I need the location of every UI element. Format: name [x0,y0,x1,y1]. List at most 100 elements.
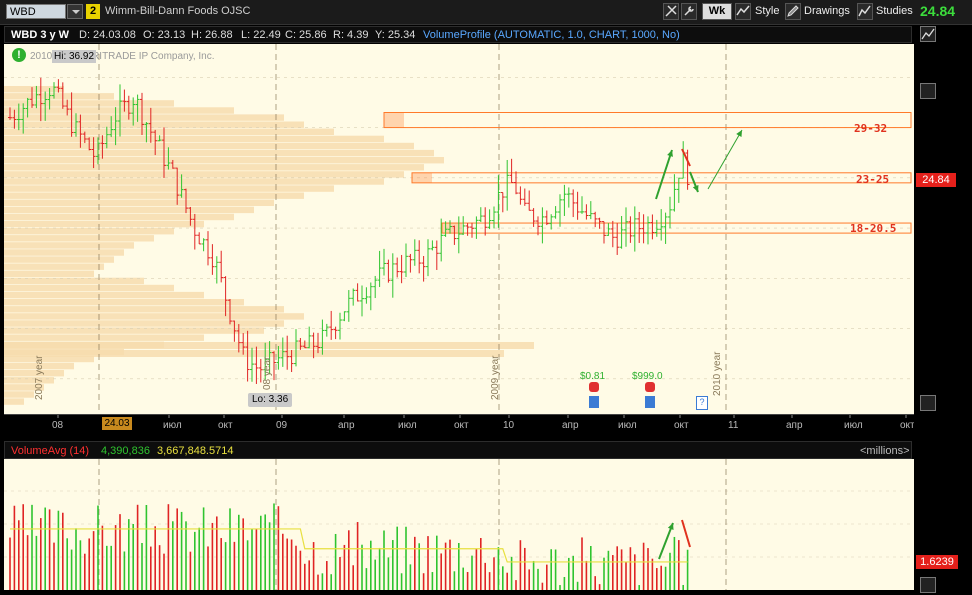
profile-bar [4,299,244,306]
high-label: Hi: 36.92 [52,50,97,63]
profile-bar [4,391,34,398]
profile-bar [4,313,304,320]
time-axis: 08 июл окт 09 апр июл окт 10 апр июл окт 11 апр июл ок… [4,414,914,431]
year-label-2010: 2010 year [712,351,723,396]
pan-tool-icon[interactable] [663,3,679,20]
profile-bar [4,199,274,206]
wrench-icon[interactable] [681,3,697,20]
price-chart[interactable]: 3530252015105 ! 2010 TD AMERITRADE IP Co… [4,44,914,414]
profile-bar [4,350,504,357]
earnings-phone-icon[interactable] [589,382,599,392]
symbol-input[interactable]: WBD [6,4,66,19]
profile-bar [4,291,204,299]
bar-low: L: 22.49 [241,29,281,41]
profile-bar [4,135,384,143]
bar-high: H: 26.88 [191,29,233,41]
report-doc-icon[interactable] [589,396,599,408]
profile-bar [4,398,24,405]
profile-bar [4,377,54,384]
scroll-up-icon[interactable] [920,83,936,99]
x-tick-label: окт [454,420,469,431]
profile-bar [4,342,534,349]
style-menu[interactable]: Style [755,4,779,19]
profile-bar [4,270,94,277]
x-tick-label: апр [562,420,579,431]
current-price-tag: 24.84 [916,173,956,187]
profile-bar [4,320,284,327]
x-tick-label: 09 [276,420,288,431]
year-label-2009: 2009 year [490,355,501,400]
style-icon[interactable] [735,3,751,20]
company-name: Wimm-Bill-Dann Foods OJSC [105,5,251,17]
cursor-date-label: 24.03 [102,417,132,430]
volume-chart[interactable]: 6420 [4,459,914,590]
profile-bar [4,128,334,135]
profile-bar [4,249,124,256]
profile-bar [4,157,444,164]
profile-bar [4,93,114,100]
x-tick-label: апр [786,420,803,431]
link-group-badge[interactable]: 2 [86,4,100,19]
zone-fill [412,172,432,183]
symbol-dropdown-icon[interactable] [67,4,83,19]
volume-study-label[interactable]: VolumeAvg (14) [11,444,89,458]
profile-bar [4,192,304,199]
profile-bar [4,256,114,263]
chart-settings-icon[interactable] [920,26,936,42]
profile-bar [4,284,174,292]
profile-bar [4,121,304,128]
bar-range: R: 4.39 [333,29,369,41]
volume-value-tag: 1.6239 [916,555,958,569]
studies-icon[interactable] [857,3,873,20]
bar-date: D: 24.03.08 [79,29,136,41]
profile-bar [4,149,434,157]
x-tick-label: июл [398,420,417,431]
x-tick-label: 08 [52,420,64,431]
profile-bar [4,114,284,121]
bar-open: O: 23.13 [143,29,186,41]
profile-bar [4,277,144,285]
chart-symbol-label: WBD 3 y W [11,29,70,41]
profile-bar [4,228,174,235]
x-tick-label: июл [163,420,182,431]
profile-bar [4,220,204,228]
zone-label-18-20: 18-20.5 [850,222,897,235]
profile-bar [4,142,414,150]
profile-bar [4,206,254,214]
x-tick-label: окт [674,420,689,431]
volume-units: <millions> [860,445,910,457]
bar-y: Y: 25.34 [375,29,416,41]
volume-settings-icon[interactable] [920,577,936,593]
earnings-phone-icon[interactable] [645,382,655,392]
x-tick-label: 11 [728,420,739,431]
price-info-bar: WBD 3 y W D: 24.03.08 O: 23.13 H: 26.88 … [4,26,912,43]
profile-bar [4,185,334,192]
zone-label-23-25: 23-25 [856,173,890,186]
volume-value: 4,390,836 [101,445,150,457]
profile-bar [4,306,284,313]
event-question-icon[interactable]: ? [696,396,708,410]
profile-bar [4,213,234,221]
profile-bar [4,171,404,178]
drawings-menu[interactable]: Drawings [804,4,850,19]
period-button[interactable]: Wk [702,3,732,20]
studies-menu[interactable]: Studies [876,4,913,19]
x-tick-label: 10 [503,420,515,431]
x-tick-label: апр [338,420,355,431]
zone-fill [384,112,404,128]
profile-bar [4,327,264,334]
profile-bar [4,100,174,107]
x-tick-label: июл [844,420,863,431]
volume-avg-value: 3,667,848.5714 [157,445,234,457]
profile-bar [4,235,154,242]
report-doc-icon[interactable] [645,396,655,408]
drawings-pencil-icon[interactable] [785,3,801,20]
year-label-2007: 2007 year [34,355,45,400]
zone-label-29-32: 29-32 [854,122,888,135]
profile-bar [4,334,204,341]
scroll-down-icon[interactable] [920,395,936,411]
study-volumeprofile-label[interactable]: VolumeProfile (AUTOMATIC, 1.0, CHART, 10… [423,28,680,42]
info-circle-icon[interactable]: ! [12,48,26,62]
x-tick-label: июл [618,420,637,431]
profile-bar [4,164,424,171]
